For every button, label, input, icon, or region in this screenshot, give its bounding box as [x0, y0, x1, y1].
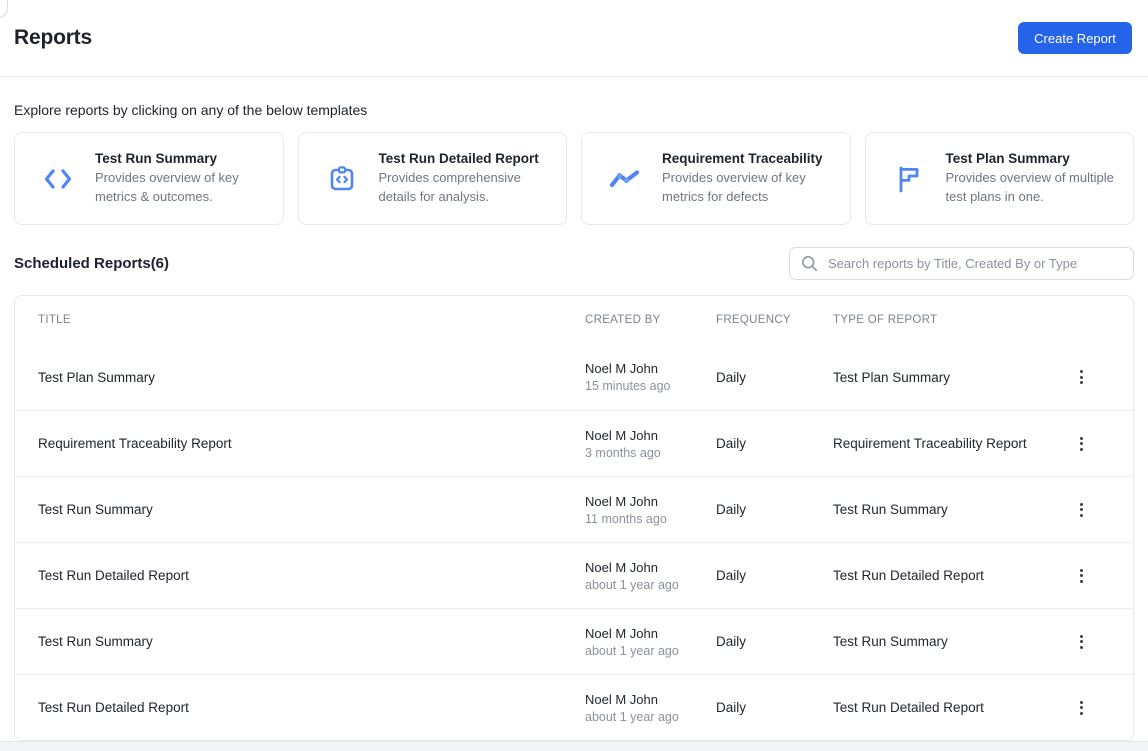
frequency-value: Daily — [716, 634, 833, 649]
template-card-title: Test Plan Summary — [946, 151, 1120, 166]
report-title: Test Run Summary — [15, 502, 585, 517]
template-card-test-run-summary[interactable]: Test Run Summary Provides overview of ke… — [14, 132, 284, 225]
report-type-value: Test Run Detailed Report — [833, 568, 1071, 583]
created-by-cell: Noel M John about 1 year ago — [585, 560, 716, 592]
row-menu-kebab-icon[interactable] — [1071, 696, 1091, 720]
row-menu-kebab-icon[interactable] — [1071, 498, 1091, 522]
report-title: Test Run Detailed Report — [15, 700, 585, 715]
frequency-value: Daily — [716, 568, 833, 583]
clipboard-code-icon — [325, 164, 359, 194]
created-timestamp: about 1 year ago — [585, 644, 716, 658]
column-header-type-of-report: TYPE OF REPORT — [833, 314, 1071, 326]
row-actions-cell — [1071, 498, 1134, 522]
column-header-frequency: FREQUENCY — [716, 314, 833, 326]
report-type-value: Test Run Summary — [833, 634, 1071, 649]
report-type-value: Test Run Detailed Report — [833, 700, 1071, 715]
created-timestamp: 15 minutes ago — [585, 379, 716, 393]
table-row[interactable]: Test Run Detailed Report Noel M John abo… — [15, 542, 1133, 608]
creator-name: Noel M John — [585, 560, 716, 575]
table-row[interactable]: Test Run Detailed Report Noel M John abo… — [15, 674, 1133, 740]
creator-name: Noel M John — [585, 626, 716, 641]
row-actions-cell — [1071, 696, 1134, 720]
table-row[interactable]: Test Run Summary Noel M John 11 months a… — [15, 476, 1133, 542]
page-bottom-edge — [0, 741, 1148, 751]
table-row[interactable]: Test Plan Summary Noel M John 15 minutes… — [15, 344, 1133, 410]
row-actions-cell — [1071, 432, 1134, 456]
created-by-cell: Noel M John 11 months ago — [585, 494, 716, 526]
code-icon — [41, 167, 75, 191]
template-card-description: Provides overview of key metrics & outco… — [95, 169, 269, 207]
table-body: Test Plan Summary Noel M John 15 minutes… — [15, 344, 1133, 740]
column-header-title: TITLE — [15, 314, 585, 326]
created-by-cell: Noel M John about 1 year ago — [585, 692, 716, 724]
created-by-cell: Noel M John 15 minutes ago — [585, 361, 716, 393]
created-timestamp: about 1 year ago — [585, 578, 716, 592]
template-card-description: Provides overview of multiple test plans… — [946, 169, 1120, 207]
template-card-title: Test Run Summary — [95, 151, 269, 166]
creator-name: Noel M John — [585, 428, 716, 443]
report-title: Test Plan Summary — [15, 370, 585, 385]
template-cards-row: Test Run Summary Provides overview of ke… — [14, 132, 1134, 225]
creator-name: Noel M John — [585, 692, 716, 707]
template-card-requirement-traceability[interactable]: Requirement Traceability Provides overvi… — [581, 132, 851, 225]
row-menu-kebab-icon[interactable] — [1071, 630, 1091, 654]
flag-icon — [892, 165, 926, 193]
template-card-description: Provides comprehensive details for analy… — [379, 169, 553, 207]
column-header-created-by: CREATED BY — [585, 314, 716, 326]
creator-name: Noel M John — [585, 494, 716, 509]
page-header: Reports Create Report — [0, 0, 1148, 77]
create-report-button[interactable]: Create Report — [1018, 22, 1132, 54]
row-menu-kebab-icon[interactable] — [1071, 365, 1091, 389]
template-card-test-run-detailed-report[interactable]: Test Run Detailed Report Provides compre… — [298, 132, 568, 225]
scheduled-reports-table: TITLE CREATED BY FREQUENCY TYPE OF REPOR… — [14, 295, 1134, 741]
row-actions-cell — [1071, 564, 1134, 588]
created-timestamp: 11 months ago — [585, 512, 716, 526]
report-title: Requirement Traceability Report — [15, 436, 585, 451]
frequency-value: Daily — [716, 370, 833, 385]
template-card-test-plan-summary[interactable]: Test Plan Summary Provides overview of m… — [865, 132, 1135, 225]
row-menu-kebab-icon[interactable] — [1071, 564, 1091, 588]
frequency-value: Daily — [716, 502, 833, 517]
table-row[interactable]: Test Run Summary Noel M John about 1 yea… — [15, 608, 1133, 674]
report-title: Test Run Summary — [15, 634, 585, 649]
row-actions-cell — [1071, 365, 1134, 389]
created-by-cell: Noel M John about 1 year ago — [585, 626, 716, 658]
creator-name: Noel M John — [585, 361, 716, 376]
frequency-value: Daily — [716, 700, 833, 715]
trend-line-icon — [608, 168, 642, 190]
templates-intro-text: Explore reports by clicking on any of th… — [14, 102, 1134, 118]
row-actions-cell — [1071, 630, 1134, 654]
created-timestamp: about 1 year ago — [585, 710, 716, 724]
template-card-title: Requirement Traceability — [662, 151, 836, 166]
report-type-value: Test Run Summary — [833, 502, 1071, 517]
frequency-value: Daily — [716, 436, 833, 451]
page-title: Reports — [14, 26, 92, 50]
report-type-value: Test Plan Summary — [833, 370, 1071, 385]
scheduled-reports-bar: Scheduled Reports(6) — [14, 247, 1134, 280]
search-input[interactable] — [789, 247, 1134, 280]
table-header-row: TITLE CREATED BY FREQUENCY TYPE OF REPOR… — [15, 296, 1133, 344]
template-card-title: Test Run Detailed Report — [379, 151, 553, 166]
template-card-description: Provides overview of key metrics for def… — [662, 169, 836, 207]
search-box — [789, 247, 1134, 280]
row-menu-kebab-icon[interactable] — [1071, 432, 1091, 456]
report-title: Test Run Detailed Report — [15, 568, 585, 583]
table-row[interactable]: Requirement Traceability Report Noel M J… — [15, 410, 1133, 476]
scheduled-reports-heading: Scheduled Reports(6) — [14, 255, 169, 272]
report-type-value: Requirement Traceability Report — [833, 436, 1071, 451]
created-by-cell: Noel M John 3 months ago — [585, 428, 716, 460]
created-timestamp: 3 months ago — [585, 446, 716, 460]
